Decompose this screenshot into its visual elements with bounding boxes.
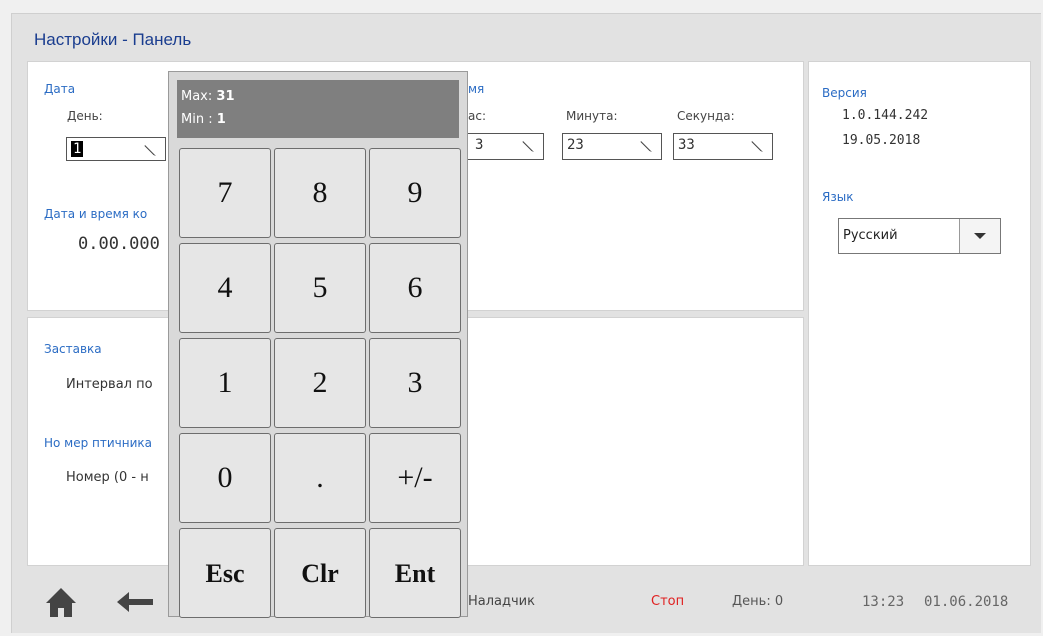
key-6[interactable]: 6 (369, 243, 461, 333)
version-label: Версия (822, 86, 867, 100)
max-value: 31 (216, 89, 235, 104)
language-select[interactable]: Русский (838, 218, 1001, 254)
clock-time: 13:23 (862, 594, 905, 610)
second-value: 33 (678, 137, 695, 153)
key-9[interactable]: 9 (369, 148, 461, 238)
version-date: 19.05.2018 (842, 133, 921, 148)
back-arrow-icon[interactable] (115, 590, 155, 614)
key-3[interactable]: 3 (369, 338, 461, 428)
controller-datetime-label: Дата и время ко (44, 207, 148, 221)
minute-value: 23 (567, 137, 584, 153)
language-label: Язык (822, 190, 854, 204)
day-field[interactable]: 1 (66, 137, 166, 161)
key-1[interactable]: 1 (179, 338, 271, 428)
time-label: мя (468, 82, 485, 96)
dropdown-arrow-icon[interactable] (959, 219, 1000, 253)
controller-datetime-value: 0.00.000 (78, 234, 160, 254)
numeric-keypad: Max: 31 Min : 1 7 8 9 4 5 6 1 2 3 0 . +/… (168, 71, 468, 618)
key-decimal[interactable]: . (274, 433, 366, 523)
key-enter[interactable]: Ent (369, 528, 461, 618)
house-number-label: Но мер птичника (44, 436, 153, 450)
user-role: Наладчик (468, 594, 535, 609)
page-title: Настройки - Панель (34, 30, 192, 49)
screensaver-label: Заставка (44, 342, 102, 356)
clock-date: 01.06.2018 (924, 594, 1009, 610)
keypad-range-display: Max: 31 Min : 1 (177, 80, 459, 138)
language-selected: Русский (843, 228, 898, 243)
pencil-icon (144, 145, 156, 156)
day-value: 1 (71, 141, 84, 157)
key-5[interactable]: 5 (274, 243, 366, 333)
version-number: 1.0.144.242 (842, 108, 929, 123)
day-label: День: (67, 109, 103, 123)
pencil-icon (522, 141, 534, 152)
second-field[interactable]: 33 (673, 133, 773, 160)
min-label: Min : (181, 112, 213, 127)
key-plus-minus[interactable]: +/- (369, 433, 461, 523)
key-0[interactable]: 0 (179, 433, 271, 523)
max-label: Max: (181, 89, 213, 104)
run-state: Стоп (651, 594, 685, 609)
house-number-field-label: Номер (0 - н (66, 470, 149, 485)
key-2[interactable]: 2 (274, 338, 366, 428)
screensaver-interval-label: Интервал по (66, 377, 153, 392)
key-8[interactable]: 8 (274, 148, 366, 238)
key-escape[interactable]: Esc (179, 528, 271, 618)
min-value: 1 (216, 112, 226, 127)
pencil-icon (751, 141, 763, 152)
second-label: Секунда: (677, 109, 735, 123)
key-4[interactable]: 4 (179, 243, 271, 333)
pencil-icon (640, 141, 652, 152)
key-clear[interactable]: Clr (274, 528, 366, 618)
minute-label: Минута: (566, 109, 618, 123)
hour-label: ас: (468, 109, 486, 123)
day-counter: День: 0 (732, 594, 784, 609)
minute-field[interactable]: 23 (562, 133, 662, 160)
home-icon[interactable] (44, 585, 78, 619)
date-label: Дата (44, 82, 76, 96)
key-7[interactable]: 7 (179, 148, 271, 238)
hour-value: 3 (475, 137, 484, 153)
